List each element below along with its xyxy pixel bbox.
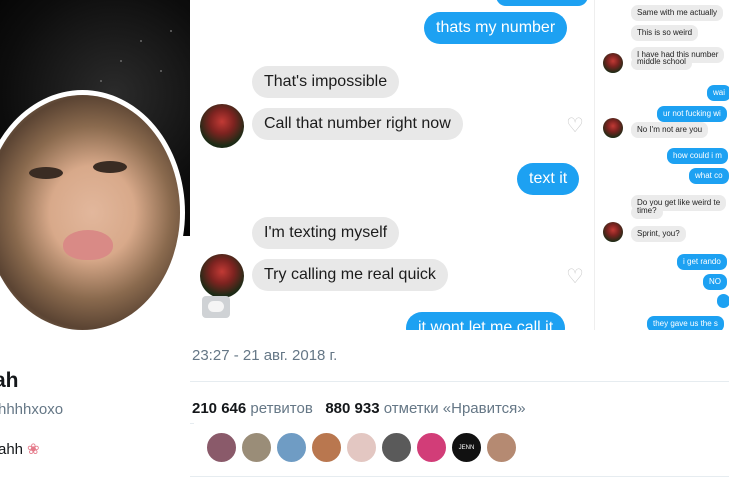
chat-bubble: Sprint, you? bbox=[631, 226, 686, 242]
chat-bubble: Call that number right now bbox=[252, 108, 463, 140]
liker-avatar[interactable] bbox=[276, 432, 307, 463]
chat-bubble: i get rando bbox=[677, 254, 727, 270]
chat-bubble: they gave us the s bbox=[647, 316, 724, 330]
chat-bubble: wai bbox=[707, 85, 729, 101]
chat-bubble: NO bbox=[703, 274, 727, 290]
chat-bubble: No I'm not are you bbox=[631, 122, 709, 138]
profile-bio-text: ahh bbox=[0, 441, 24, 458]
chat-bubble: thats my number bbox=[424, 12, 568, 44]
divider bbox=[190, 423, 194, 424]
liker-avatar[interactable] bbox=[346, 432, 377, 463]
chat-bubble: what co bbox=[689, 168, 729, 184]
liker-avatar-label: JENN bbox=[458, 444, 475, 451]
liker-avatar[interactable]: JENN bbox=[451, 432, 482, 463]
chat-bubble: middle school bbox=[631, 57, 692, 70]
chat-bubble: I'm texting myself bbox=[252, 217, 400, 249]
profile-handle[interactable]: hhhhxoxo bbox=[0, 401, 63, 418]
profile-bio: ahh ❀ bbox=[0, 440, 40, 458]
retweets-count[interactable]: 210 646 bbox=[192, 400, 246, 417]
profile-panel: ah hhhhxoxo ahh❀ bbox=[0, 0, 190, 486]
divider bbox=[190, 381, 729, 382]
contact-avatar bbox=[200, 254, 244, 298]
tweet-stats: 210 646 ретвитов 880 933 отметки «Нравит… bbox=[192, 400, 526, 417]
chat-bubble: text it bbox=[517, 163, 580, 195]
chat-bubble: it wont let me call it bbox=[406, 312, 566, 330]
chat-bubble: how could i m bbox=[667, 148, 728, 164]
chat-bubble: That's impossible bbox=[252, 66, 400, 98]
liker-avatar[interactable] bbox=[486, 432, 517, 463]
chat-bubble: Try calling me real quick bbox=[252, 259, 448, 291]
chat-bubble: ur not fucking wi bbox=[657, 106, 727, 122]
chat-screenshot-main: thats my number That's impossible Call t… bbox=[190, 0, 590, 330]
liker-avatar[interactable] bbox=[311, 432, 342, 463]
liker-avatar[interactable] bbox=[241, 432, 272, 463]
chat-bubble: Same with me actually bbox=[631, 5, 724, 21]
liker-avatar[interactable] bbox=[206, 432, 237, 463]
contact-avatar bbox=[603, 53, 623, 73]
flower-icon: ❀ bbox=[27, 441, 40, 458]
chat-bubble-partial bbox=[496, 0, 588, 6]
chat-screenshot-side: Same with me actually This is so weird I… bbox=[594, 0, 729, 330]
retweets-label[interactable]: ретвитов bbox=[250, 400, 312, 417]
profile-avatar[interactable] bbox=[0, 90, 185, 335]
liker-avatar[interactable] bbox=[416, 432, 447, 463]
likes-count[interactable]: 880 933 bbox=[325, 400, 379, 417]
contact-avatar bbox=[200, 104, 244, 148]
profile-name[interactable]: ah bbox=[0, 369, 19, 393]
chat-bubble: This is so weird bbox=[631, 25, 699, 41]
contact-avatar bbox=[603, 118, 623, 138]
likes-label[interactable]: отметки «Нравится» bbox=[384, 400, 526, 417]
tweet-detail: thats my number That's impossible Call t… bbox=[190, 0, 729, 486]
message-icon bbox=[202, 296, 230, 318]
contact-avatar bbox=[603, 222, 623, 242]
heart-icon: ♡ bbox=[566, 115, 584, 137]
heart-icon: ♡ bbox=[566, 266, 584, 288]
divider bbox=[190, 476, 729, 477]
tweet-media-image[interactable]: thats my number That's impossible Call t… bbox=[190, 0, 729, 330]
chat-bubble-partial bbox=[717, 294, 729, 308]
tweet-timestamp[interactable]: 23:27 - 21 авг. 2018 г. bbox=[192, 347, 337, 364]
liker-avatar[interactable] bbox=[381, 432, 412, 463]
chat-bubble: time? bbox=[631, 206, 663, 219]
